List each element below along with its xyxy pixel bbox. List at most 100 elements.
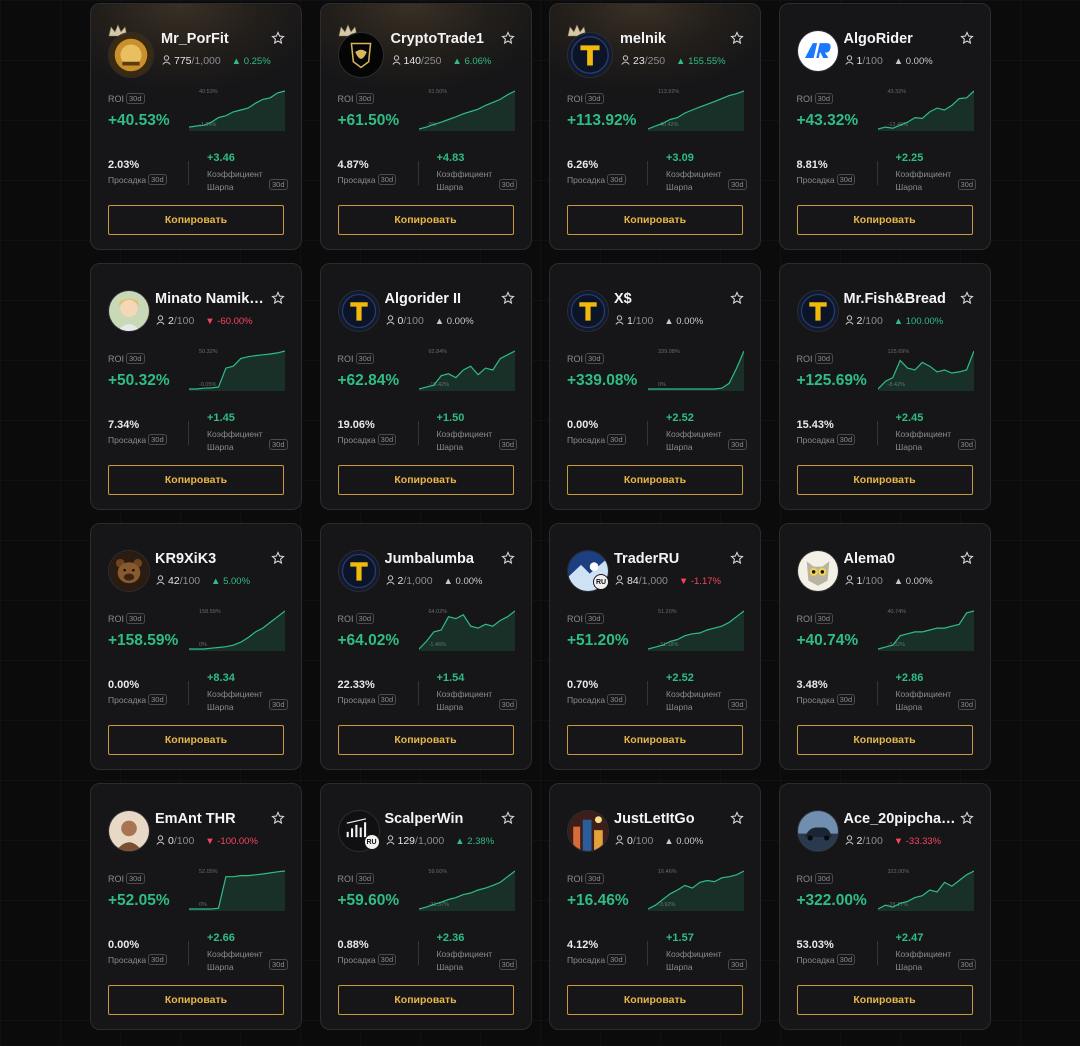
period-tag: 30d [498, 439, 518, 450]
sharpe-label: Коэффициент Шарпа [666, 169, 722, 192]
sparkline-area [877, 351, 974, 391]
drawdown-label: Просадка 30d [338, 694, 397, 705]
trader-card[interactable]: JustLetItGo 0/100 ▲ 0.00% ROI 30d +16.46%… [549, 783, 761, 1030]
copy-button[interactable]: Копировать [108, 985, 284, 1015]
trader-name[interactable]: ScalperWin [385, 811, 503, 827]
trader-name[interactable]: melnik [620, 31, 732, 47]
favorite-star-icon[interactable] [271, 551, 285, 565]
trader-card[interactable]: EmAnt THR 0/100 ▼ -100.00% ROI 30d +52.05… [90, 783, 302, 1030]
city-avatar-icon[interactable] [567, 810, 609, 852]
favorite-star-icon[interactable] [271, 31, 285, 45]
lamborghini-logo-icon[interactable] [337, 32, 384, 78]
trader-card[interactable]: Minato Namik… 2/100 ▼ -60.00% ROI 30d +50… [90, 263, 302, 510]
trader-name[interactable]: Mr_PorFit [161, 31, 273, 47]
favorite-star-icon[interactable] [730, 811, 744, 825]
period-tag: 30d [585, 613, 604, 624]
copy-button[interactable]: Копировать [337, 985, 514, 1015]
trader-card[interactable]: KR9XiK3 42/100 ▲ 5.00% ROI 30d +158.59% 1… [90, 523, 302, 770]
divider [417, 161, 419, 185]
ar-logo-icon[interactable] [796, 30, 839, 72]
favorite-star-icon[interactable] [500, 811, 515, 825]
trader-name[interactable]: Algorider II [385, 291, 503, 307]
t-logo-icon[interactable] [337, 550, 380, 592]
favorite-star-icon[interactable] [959, 811, 974, 825]
person-icon [615, 315, 627, 327]
t-logo-icon[interactable] [567, 290, 609, 332]
trader-card[interactable]: Mr.Fish&Bread 2/100 ▲ 100.00% ROI 30d +12… [778, 263, 991, 510]
favorite-star-icon[interactable] [959, 551, 974, 565]
trader-name[interactable]: Mr.Fish&Bread [844, 291, 962, 307]
trader-card[interactable]: RU TraderRU 84/1,000 ▼ -1.17% ROI 30d +51… [549, 523, 761, 770]
trader-name[interactable]: EmAnt THR [155, 811, 273, 827]
trader-card[interactable]: melnik 23/250 ▲ 155.55% ROI 30d +113.92% … [549, 3, 761, 250]
favorite-star-icon[interactable] [271, 811, 285, 825]
trader-card[interactable]: CryptoTrade1 140/250 ▲ 6.06% ROI 30d +61.… [319, 3, 532, 250]
trader-name[interactable]: Alema0 [844, 551, 962, 567]
drawdown-label: Просадка 30d [567, 954, 626, 965]
followers-count: 129/1,000 ▲ 2.38% [385, 835, 494, 847]
t-logo-icon[interactable] [337, 290, 380, 332]
trader-card[interactable]: Mr_PorFit 775/1,000 ▲ 0.25% ROI 30d +40.5… [90, 3, 302, 250]
copy-button[interactable]: Копировать [796, 985, 973, 1015]
trader-card[interactable]: X$ 1/100 ▲ 0.00% ROI 30d +339.08% 339.08%… [549, 263, 761, 510]
favorite-star-icon[interactable] [500, 291, 515, 305]
trader-name[interactable]: Ace_20pipcha… [844, 811, 962, 827]
period-tag: 30d [377, 954, 397, 965]
trader-card[interactable]: AlgoRider 1/100 ▲ 0.00% ROI 30d +43.32% 4… [778, 3, 991, 250]
copy-button[interactable]: Копировать [567, 465, 743, 495]
favorite-star-icon[interactable] [730, 551, 744, 565]
sharpe-value: +1.57 [666, 932, 694, 944]
favorite-star-icon[interactable] [500, 551, 515, 565]
roi-label: ROI 30d [797, 93, 834, 104]
roi-label: ROI 30d [108, 353, 145, 364]
favorite-star-icon[interactable] [500, 31, 515, 45]
favorite-star-icon[interactable] [271, 291, 285, 305]
copy-button[interactable]: Копировать [337, 205, 514, 235]
drawdown-label: Просадка 30d [797, 434, 856, 445]
trader-name[interactable]: CryptoTrade1 [391, 31, 503, 47]
trader-name[interactable]: X$ [614, 291, 732, 307]
copy-button[interactable]: Копировать [108, 205, 284, 235]
copy-button[interactable]: Копировать [108, 725, 284, 755]
period-tag: 30d [585, 353, 604, 364]
roi-value: +43.32% [796, 112, 859, 129]
owl-avatar-icon[interactable] [796, 550, 839, 592]
gold-bull-icon[interactable] [108, 32, 154, 78]
copy-button[interactable]: Копировать [108, 465, 284, 495]
t-logo-icon[interactable] [796, 290, 839, 332]
drawdown-label: Просадка 30d [567, 434, 626, 445]
copy-button[interactable]: Копировать [567, 985, 743, 1015]
trader-card[interactable]: Algorider II 0/100 ▲ 0.00% ROI 30d +62.84… [319, 263, 532, 510]
trader-card[interactable]: Ace_20pipcha… 2/100 ▼ -33.33% ROI 30d +32… [778, 783, 991, 1030]
bear-icon[interactable] [108, 550, 150, 592]
copy-button[interactable]: Копировать [796, 725, 973, 755]
copy-button[interactable]: Копировать [796, 465, 973, 495]
trader-name[interactable]: Jumbalumba [385, 551, 503, 567]
roi-value: +113.92% [567, 112, 637, 129]
copy-button[interactable]: Копировать [337, 725, 514, 755]
copy-button[interactable]: Копировать [567, 205, 743, 235]
copy-button[interactable]: Копировать [796, 205, 973, 235]
copy-button[interactable]: Копировать [337, 465, 514, 495]
trader-card[interactable]: Jumbalumba 2/1,000 ▲ 0.00% ROI 30d +64.02… [319, 523, 532, 770]
favorite-star-icon[interactable] [959, 31, 974, 45]
divider [876, 681, 878, 705]
favorite-star-icon[interactable] [730, 31, 744, 45]
t-logo-icon[interactable] [567, 32, 613, 78]
anime-avatar-icon[interactable] [108, 290, 150, 332]
trader-name[interactable]: JustLetItGo [614, 811, 732, 827]
car-avatar-icon[interactable] [796, 810, 839, 852]
followers-count: 0/100 ▼ -100.00% [156, 835, 258, 847]
trader-name[interactable]: Minato Namik… [155, 291, 273, 307]
favorite-star-icon[interactable] [959, 291, 974, 305]
trader-card[interactable]: RU ScalperWin 129/1,000 ▲ 2.38% ROI 30d +… [319, 783, 532, 1030]
favorite-star-icon[interactable] [730, 291, 744, 305]
trader-name[interactable]: TraderRU [614, 551, 732, 567]
followers-count: 1/100 ▲ 0.00% [844, 55, 933, 67]
trader-name[interactable]: AlgoRider [844, 31, 962, 47]
divider [188, 941, 189, 965]
trader-card[interactable]: Alema0 1/100 ▲ 0.00% ROI 30d +40.74% 40.7… [778, 523, 991, 770]
copy-button[interactable]: Копировать [567, 725, 743, 755]
photo-avatar-icon[interactable] [108, 810, 150, 852]
trader-name[interactable]: KR9XiK3 [155, 551, 273, 567]
